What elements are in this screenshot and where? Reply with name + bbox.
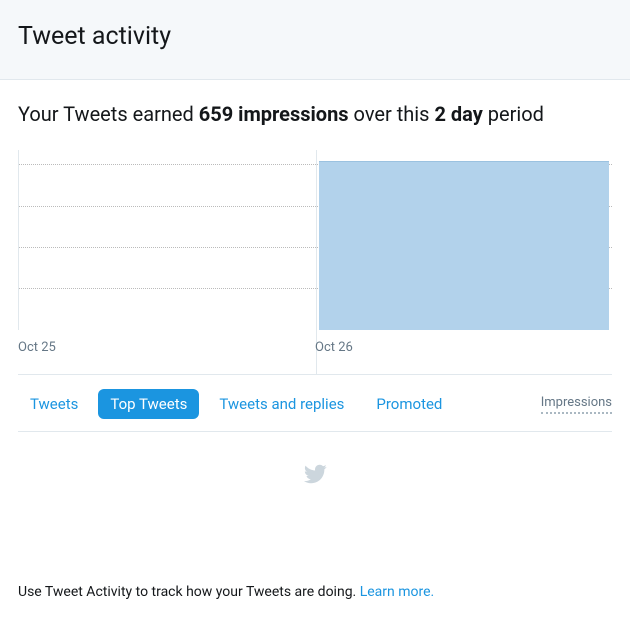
footer: Use Tweet Activity to track how your Twe…	[18, 584, 434, 600]
learn-more-link[interactable]: Learn more.	[360, 584, 435, 600]
metric-label[interactable]: Impressions	[541, 395, 612, 414]
twitter-logo-row	[18, 432, 612, 490]
tab-tweets[interactable]: Tweets	[18, 389, 90, 419]
chart-x-axis: Oct 25 Oct 26	[18, 330, 612, 375]
impressions-summary: Your Tweets earned 659 impressions over …	[18, 102, 612, 126]
main: Your Tweets earned 659 impressions over …	[0, 80, 630, 490]
header: Tweet activity	[0, 0, 630, 80]
chart-plot	[18, 150, 612, 330]
summary-mid: over this	[349, 102, 435, 126]
footer-text: Use Tweet Activity to track how your Twe…	[18, 584, 360, 600]
chart-x-label: Oct 26	[315, 340, 353, 355]
tab-tweets-and-replies[interactable]: Tweets and replies	[207, 389, 356, 419]
summary-period: 2 day	[434, 102, 482, 126]
tabs-row: Tweets Top Tweets Tweets and replies Pro…	[18, 375, 612, 432]
tab-top-tweets[interactable]: Top Tweets	[98, 389, 199, 419]
summary-impressions: 659 impressions	[199, 102, 349, 126]
summary-prefix: Your Tweets earned	[18, 102, 199, 126]
page-title: Tweet activity	[18, 22, 612, 51]
chart-x-label: Oct 25	[18, 340, 56, 355]
summary-suffix: period	[483, 102, 544, 126]
tab-promoted[interactable]: Promoted	[364, 389, 454, 419]
impressions-chart: Oct 25 Oct 26	[18, 150, 612, 375]
chart-bar[interactable]	[319, 161, 610, 330]
twitter-bird-icon	[301, 462, 329, 490]
